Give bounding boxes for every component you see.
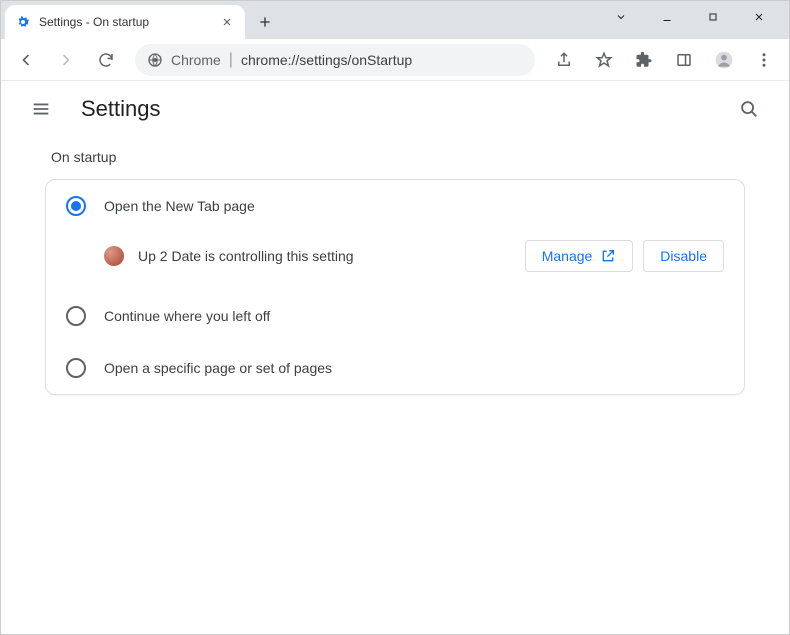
reload-button[interactable] — [89, 43, 123, 77]
close-tab-button[interactable] — [219, 14, 235, 30]
forward-button[interactable] — [49, 43, 83, 77]
extensions-icon[interactable] — [627, 43, 661, 77]
browser-toolbar: Chrome | chrome://settings/onStartup — [1, 39, 789, 81]
extension-controlling-notice: Up 2 Date is controlling this setting Ma… — [46, 232, 744, 290]
omnibox-separator: | — [229, 51, 233, 69]
disable-button[interactable]: Disable — [643, 240, 724, 272]
option-label: Open a specific page or set of pages — [104, 360, 724, 376]
option-label: Continue where you left off — [104, 308, 724, 324]
share-icon[interactable] — [547, 43, 581, 77]
site-info-icon[interactable] — [147, 52, 163, 68]
new-tab-button[interactable] — [251, 8, 279, 36]
page-title: Settings — [81, 96, 161, 122]
close-window-button[interactable] — [747, 5, 771, 29]
minimize-button[interactable] — [655, 5, 679, 29]
chevron-down-icon[interactable] — [609, 5, 633, 29]
startup-option-specific-pages[interactable]: Open a specific page or set of pages — [46, 342, 744, 394]
extension-icon — [104, 246, 124, 266]
address-bar[interactable]: Chrome | chrome://settings/onStartup — [135, 44, 535, 76]
disable-button-label: Disable — [660, 248, 707, 264]
back-button[interactable] — [9, 43, 43, 77]
settings-header: Settings — [1, 81, 789, 137]
startup-option-continue[interactable]: Continue where you left off — [46, 290, 744, 342]
omnibox-chip: Chrome — [171, 52, 221, 68]
radio-unselected-icon — [66, 306, 86, 326]
bookmark-icon[interactable] — [587, 43, 621, 77]
profile-icon[interactable] — [707, 43, 741, 77]
gear-icon — [15, 14, 31, 30]
external-link-icon — [600, 248, 616, 264]
settings-main: On startup Open the New Tab page Up 2 Da… — [1, 137, 789, 407]
hamburger-menu-button[interactable] — [21, 89, 61, 129]
omnibox-url: chrome://settings/onStartup — [241, 52, 412, 68]
radio-selected-icon — [66, 196, 86, 216]
startup-option-new-tab[interactable]: Open the New Tab page — [46, 180, 744, 232]
window-controls — [609, 5, 789, 39]
option-label: Open the New Tab page — [104, 198, 724, 214]
search-button[interactable] — [729, 89, 769, 129]
sidepanel-icon[interactable] — [667, 43, 701, 77]
extension-notice-text: Up 2 Date is controlling this setting — [138, 248, 511, 264]
browser-tab[interactable]: Settings - On startup — [5, 5, 245, 39]
manage-button[interactable]: Manage — [525, 240, 634, 272]
kebab-menu-icon[interactable] — [747, 43, 781, 77]
tab-title: Settings - On startup — [39, 15, 211, 29]
radio-unselected-icon — [66, 358, 86, 378]
on-startup-card: Open the New Tab page Up 2 Date is contr… — [45, 179, 745, 395]
section-title: On startup — [51, 149, 745, 165]
titlebar: Settings - On startup — [1, 1, 789, 39]
manage-button-label: Manage — [542, 248, 593, 264]
maximize-button[interactable] — [701, 5, 725, 29]
